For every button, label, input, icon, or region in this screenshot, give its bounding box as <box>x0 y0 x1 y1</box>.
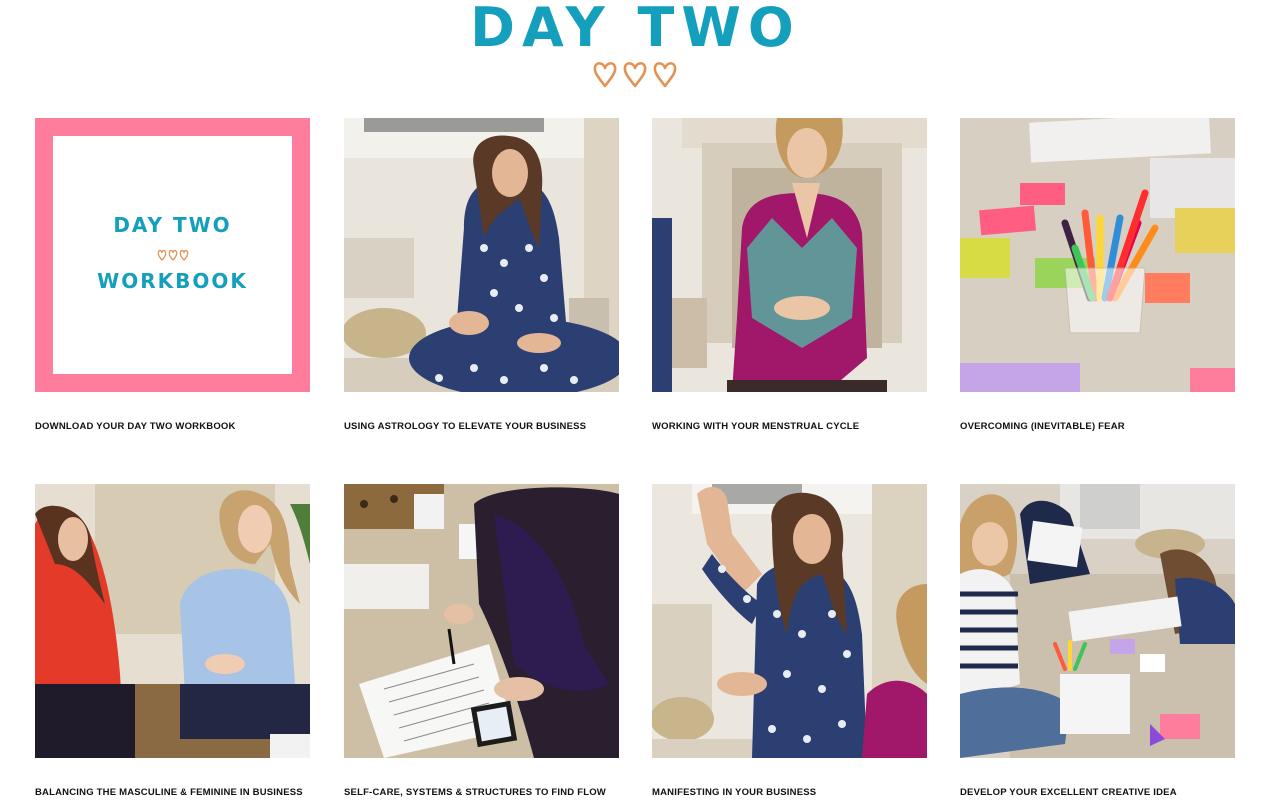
photo-group-workshop <box>960 484 1235 758</box>
lesson-thumbnail[interactable] <box>960 484 1235 758</box>
lesson-thumbnail[interactable] <box>652 118 927 392</box>
lesson-card: DEVELOP YOUR EXCELLENT CREATIVE IDEA <box>960 484 1235 798</box>
lesson-thumbnail[interactable] <box>344 484 619 758</box>
workbook-cover: DAY TWO WORKBOOK <box>35 118 310 392</box>
lesson-link[interactable]: SELF-CARE, SYSTEMS & STRUCTURES TO FIND … <box>344 787 634 798</box>
photo-pen-pot-sticky-notes <box>960 118 1235 392</box>
lesson-card: SELF-CARE, SYSTEMS & STRUCTURES TO FIND … <box>344 484 619 798</box>
workbook-title-line1: DAY TWO <box>113 213 232 237</box>
photo-writing-notes-on-rug <box>344 484 619 758</box>
lesson-card: BALANCING THE MASCULINE & FEMININE IN BU… <box>35 484 310 798</box>
lesson-card: WORKING WITH YOUR MENSTRUAL CYCLE <box>652 118 927 432</box>
lesson-link[interactable]: MANIFESTING IN YOUR BUSINESS <box>652 787 942 798</box>
lesson-link[interactable]: OVERCOMING (INEVITABLE) FEAR <box>960 421 1250 432</box>
lesson-thumbnail[interactable] <box>652 484 927 758</box>
photo-two-women-talking <box>35 484 310 758</box>
lesson-link[interactable]: WORKING WITH YOUR MENSTRUAL CYCLE <box>652 421 942 432</box>
page: DAY TWO DAY TWO WORKBOOK DOWNLOAD YOUR D… <box>0 0 1271 810</box>
lesson-card-workbook: DAY TWO WORKBOOK DOWNLOAD YOUR DAY TWO W… <box>35 118 310 432</box>
lesson-card: USING ASTROLOGY TO ELEVATE YOUR BUSINESS <box>344 118 619 432</box>
lesson-link[interactable]: DEVELOP YOUR EXCELLENT CREATIVE IDEA <box>960 787 1250 798</box>
photo-woman-raising-hand <box>652 484 927 758</box>
lesson-link[interactable]: DOWNLOAD YOUR DAY TWO WORKBOOK <box>35 421 325 432</box>
lesson-link[interactable]: USING ASTROLOGY TO ELEVATE YOUR BUSINESS <box>344 421 634 432</box>
lesson-thumbnail[interactable] <box>960 118 1235 392</box>
page-title: DAY TWO <box>470 0 801 59</box>
workbook-title-line2: WORKBOOK <box>97 269 248 293</box>
lesson-card: MANIFESTING IN YOUR BUSINESS <box>652 484 927 798</box>
lesson-thumbnail[interactable] <box>344 118 619 392</box>
workbook-thumbnail[interactable]: DAY TWO WORKBOOK <box>35 118 310 392</box>
hearts-icon <box>593 62 677 88</box>
lesson-thumbnail[interactable] <box>35 484 310 758</box>
photo-woman-polka-dot-seated <box>344 118 619 392</box>
photo-woman-magenta-dress <box>652 118 927 392</box>
lesson-link[interactable]: BALANCING THE MASCULINE & FEMININE IN BU… <box>35 787 325 798</box>
lesson-card: OVERCOMING (INEVITABLE) FEAR <box>960 118 1235 432</box>
small-hearts-icon <box>157 249 189 261</box>
